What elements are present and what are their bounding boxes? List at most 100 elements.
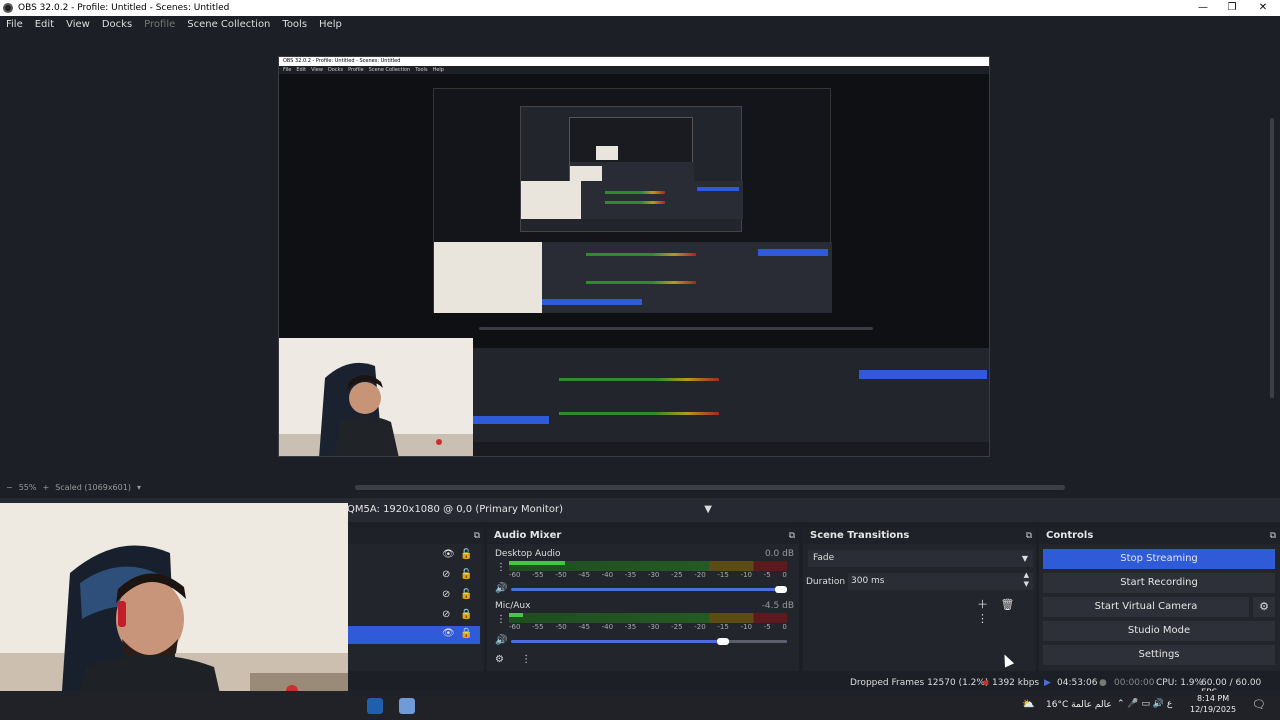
nested-webcam <box>279 338 473 456</box>
speaker-icon[interactable]: 🔊 <box>495 583 507 594</box>
transition-select[interactable]: Fade ▼ <box>808 550 1033 567</box>
menu-view[interactable]: View <box>60 19 96 30</box>
app-icon[interactable] <box>399 698 415 714</box>
popout-icon[interactable]: ⧉ <box>789 528 795 545</box>
record-icon: ● <box>1099 678 1107 688</box>
tray-icons[interactable]: ⌃ 🎤 ▭ 🔊 ع <box>1117 699 1172 709</box>
audio-mixer-dock: Audio Mixer ⧉ Desktop Audio 0.0 dB ⋮ -60… <box>487 527 799 671</box>
unlock-icon[interactable]: 🔓 <box>460 549 472 560</box>
weather-text: 16°C عالم عالمة <box>1046 700 1112 710</box>
duration-label: Duration <box>806 577 846 587</box>
nested-obs-capture-level3 <box>520 106 743 232</box>
source-row[interactable]: ⊘ 🔓 <box>348 567 480 585</box>
eye-icon[interactable]: 👁 <box>442 549 455 560</box>
stream-icon: ▶ <box>1044 678 1051 688</box>
preview-horizontal-scrollbar[interactable] <box>355 485 1065 490</box>
controls-dock: Controls ⧉ Stop Streaming Start Recordin… <box>1039 527 1280 671</box>
clock-date: 12/19/2025 <box>1190 705 1237 714</box>
status-bar: Dropped Frames 12570 (1.2%) ▪ 1392 kbps … <box>348 675 1280 698</box>
start-virtual-camera-button[interactable]: Start Virtual Camera <box>1043 597 1249 617</box>
eye-hidden-icon[interactable]: ⊘ <box>442 589 450 600</box>
plus-icon[interactable]: + <box>42 483 49 492</box>
notification-icon[interactable]: 🗨 <box>1252 698 1266 711</box>
record-time: 00:00:00 <box>1114 678 1155 688</box>
bitrate-indicator-icon: ▪ <box>983 678 990 688</box>
speaker-icon[interactable]: 🔊 <box>495 635 507 646</box>
menu-docks[interactable]: Docks <box>96 19 138 30</box>
meter-ticks: -60 -55 -50 -45 -40 -35 -30 -25 -20 -15 -10 -5 0 <box>509 623 787 631</box>
source-row[interactable]: ⊘ 🔒 <box>348 607 480 625</box>
volume-slider[interactable] <box>511 586 787 593</box>
lock-icon[interactable]: 🔒 <box>460 628 472 639</box>
close-icon[interactable]: ✕ <box>1248 0 1278 16</box>
eye-hidden-icon[interactable]: ⊘ <box>442 569 450 580</box>
nested-obs-capture-level2 <box>433 88 832 313</box>
obs-logo-icon <box>3 3 13 13</box>
gear-icon[interactable]: ⚙ <box>1253 597 1275 617</box>
display-capture-select[interactable]: QM5A: 1920x1080 @ 0,0 (Primary Monitor) … <box>338 500 718 520</box>
chevron-down-icon: ▼ <box>1021 554 1028 563</box>
volume-slider[interactable] <box>511 638 787 645</box>
source-row-selected[interactable]: 👁 🔒 <box>348 626 480 644</box>
popout-icon[interactable]: ⧉ <box>474 528 480 545</box>
window-title: OBS 32.0.2 - Profile: Untitled - Scenes:… <box>18 3 230 13</box>
lock-icon[interactable]: 🔒 <box>460 609 472 620</box>
transition-buttons: ＋ 🗑 ⋮ <box>977 596 1036 625</box>
nested-title-bar: OBS 32.0.2 - Profile: Untitled - Scenes:… <box>279 57 989 66</box>
sources-dock-title: ⧉ <box>348 527 484 544</box>
menu-edit[interactable]: Edit <box>29 19 60 30</box>
volume-meter <box>509 613 787 620</box>
more-vert-icon[interactable]: ⋮ <box>496 562 506 573</box>
weather-icon: ⛅ <box>1022 699 1035 710</box>
mixer-channel-desktop: Desktop Audio 0.0 dB ⋮ -60 -55 -50 -45 -40 -3… <box>487 549 799 601</box>
menu-scene-collection[interactable]: Scene Collection <box>181 19 276 30</box>
eye-hidden-icon[interactable]: ⊘ <box>442 609 450 620</box>
mixer-channel-mic: Mic/Aux -4.5 dB ⋮ -60 -55 -50 -45 -40 -35 -30-… <box>487 601 799 653</box>
nested-menu-bar: File Edit View Docks Profile Scene Collection… <box>279 66 989 74</box>
edge-app-icon[interactable] <box>367 698 383 714</box>
source-row[interactable]: ⊘ 🔓 <box>348 587 480 605</box>
menu-file[interactable]: File <box>0 19 29 30</box>
minimize-icon[interactable]: — <box>1188 0 1218 16</box>
bitrate: 1392 kbps <box>992 678 1040 688</box>
minus-icon[interactable]: − <box>6 483 13 492</box>
unlock-icon[interactable]: 🔓 <box>460 569 472 580</box>
stream-time: 04:53:06 <box>1057 678 1098 688</box>
more-vert-icon[interactable]: ⋮ <box>496 614 506 625</box>
menu-bar: File Edit View Docks Profile Scene Colle… <box>0 16 1280 33</box>
meter-ticks: -60 -55 -50 -45 -40 -35 -30 -25 -20 -15 -10 -5 0 <box>509 571 787 579</box>
settings-button[interactable]: Settings <box>1043 645 1275 665</box>
nested-obs-capture-level4 <box>569 117 694 188</box>
more-vert-icon[interactable]: ⋮ <box>521 654 531 665</box>
controls-title: Controls ⧉ <box>1039 527 1280 544</box>
popout-icon[interactable]: ⧉ <box>1026 528 1032 545</box>
source-row[interactable]: 👁 🔓 <box>348 547 480 565</box>
stop-streaming-button[interactable]: Stop Streaming <box>1043 549 1275 569</box>
eye-icon[interactable]: 👁 <box>442 628 455 639</box>
preview-vertical-scrollbar[interactable] <box>1270 118 1274 398</box>
start-recording-button[interactable]: Start Recording <box>1043 573 1275 593</box>
duration-spinbox[interactable]: 300 ms ▲ ▼ <box>848 571 1033 590</box>
studio-mode-button[interactable]: Studio Mode <box>1043 621 1275 641</box>
more-vert-icon[interactable]: ⋮ <box>977 612 988 625</box>
webcam-overlay <box>0 503 348 720</box>
menu-help[interactable]: Help <box>313 19 348 30</box>
add-icon[interactable]: ＋ <box>977 598 988 611</box>
volume-meter <box>509 561 787 568</box>
menu-profile[interactable]: Profile <box>138 19 181 30</box>
advanced-audio-icon[interactable]: ⚙ <box>495 654 504 665</box>
dropped-frames: Dropped Frames 12570 (1.2%) <box>850 678 989 688</box>
mixer-footer: ⚙ ⋮ <box>495 654 531 665</box>
scaled-label: Scaled (1069x601) <box>55 483 131 492</box>
cpu-usage: CPU: 1.9% <box>1156 678 1204 688</box>
unlock-icon[interactable]: 🔓 <box>460 589 472 600</box>
chevron-down-icon[interactable]: ▾ <box>137 483 141 492</box>
popout-icon[interactable]: ⧉ <box>1270 528 1276 545</box>
spin-arrows-icon[interactable]: ▲ ▼ <box>1024 571 1029 589</box>
menu-tools[interactable]: Tools <box>276 19 313 30</box>
restore-icon[interactable]: ❐ <box>1217 0 1247 16</box>
channel-db: -4.5 dB <box>761 601 794 611</box>
trash-icon[interactable]: 🗑 <box>1001 598 1015 611</box>
clock[interactable]: 8:14 PM 12/19/2025 <box>1190 693 1236 715</box>
nested-obs-capture: OBS 32.0.2 - Profile: Untitled - Scenes:… <box>278 56 990 457</box>
